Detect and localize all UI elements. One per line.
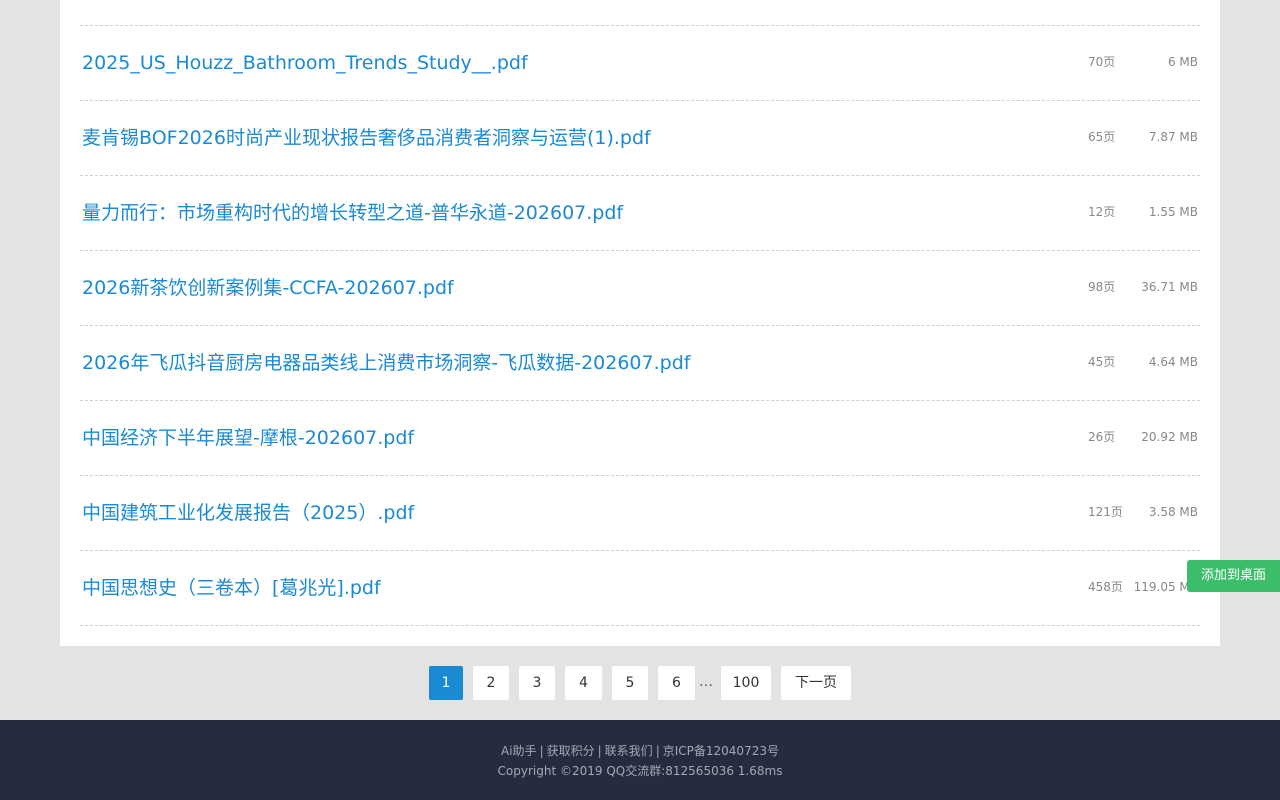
footer-link-contact-us[interactable]: 联系我们 xyxy=(605,744,653,758)
footer-link-ai-assistant[interactable]: Ai助手 xyxy=(501,744,537,758)
file-size: 36.71 MB xyxy=(1141,280,1198,294)
footer-separator: | xyxy=(597,744,602,758)
file-title-link[interactable]: 2026新茶饮创新案例集-CCFA-202607.pdf xyxy=(82,251,454,325)
page-button-4[interactable]: 4 xyxy=(565,666,602,700)
file-size: 7.87 MB xyxy=(1148,130,1198,144)
add-to-desktop-button[interactable]: 添加到桌面 xyxy=(1187,560,1280,592)
page-button-1[interactable]: 1 xyxy=(429,666,463,700)
file-title-link[interactable]: 中国经济下半年展望-摩根-202607.pdf xyxy=(82,401,414,475)
file-page-count: 458页 xyxy=(1088,580,1123,594)
file-size: 6 MB xyxy=(1167,55,1198,69)
file-title-link[interactable]: 麦肯锡BOF2026时尚产业现状报告奢侈品消费者洞察与运营(1).pdf xyxy=(82,101,651,175)
pagination-ellipsis: … xyxy=(699,674,713,690)
file-page-count: 45页 xyxy=(1088,355,1116,369)
file-row: 麦肯锡BOF2026时尚产业现状报告奢侈品消费者洞察与运营(1).pdf 65页… xyxy=(80,101,1200,176)
file-size: 3.58 MB xyxy=(1148,505,1198,519)
footer-link-get-points[interactable]: 获取积分 xyxy=(547,744,595,758)
footer-link-icp[interactable]: 京ICP备12040723号 xyxy=(663,744,779,758)
file-row: 中国建筑工业化发展报告（2025）.pdf 121页 3.58 MB xyxy=(80,476,1200,551)
file-page-count: 65页 xyxy=(1088,130,1116,144)
file-page-count: 26页 xyxy=(1088,430,1116,444)
file-list-panel: 2025_US_Houzz_Bathroom_Trends_Study__.pd… xyxy=(60,0,1220,646)
page-button-6[interactable]: 6 xyxy=(658,666,695,700)
file-title-link[interactable]: 2025_US_Houzz_Bathroom_Trends_Study__.pd… xyxy=(82,26,528,100)
page-button-last[interactable]: 100 xyxy=(721,666,771,700)
file-row: 中国经济下半年展望-摩根-202607.pdf 26页 20.92 MB xyxy=(80,401,1200,476)
file-page-count: 70页 xyxy=(1088,55,1116,69)
file-page-count: 121页 xyxy=(1088,505,1123,519)
footer-separator: | xyxy=(539,744,544,758)
file-title-link[interactable]: 2026年飞瓜抖音厨房电器品类线上消费市场洞察-飞瓜数据-202607.pdf xyxy=(82,326,690,400)
page-button-2[interactable]: 2 xyxy=(473,666,509,700)
file-page-count: 12页 xyxy=(1088,205,1116,219)
pagination: 1 2 3 4 5 6 … 100 下一页 xyxy=(0,666,1280,700)
file-row: 中国思想史（三卷本）[葛兆光].pdf 458页 119.05 MB xyxy=(80,551,1200,626)
file-page-count: 98页 xyxy=(1088,280,1116,294)
next-page-button[interactable]: 下一页 xyxy=(781,666,851,700)
file-row: 2025_US_Houzz_Bathroom_Trends_Study__.pd… xyxy=(80,26,1200,101)
file-row: 2026新茶饮创新案例集-CCFA-202607.pdf 98页 36.71 M… xyxy=(80,251,1200,326)
footer-copyright: Copyright ©2019 QQ交流群:812565036 1.68ms xyxy=(497,764,783,778)
page-button-3[interactable]: 3 xyxy=(519,666,555,700)
file-size: 20.92 MB xyxy=(1141,430,1198,444)
file-size: 4.64 MB xyxy=(1148,355,1198,369)
file-title-link[interactable]: 中国思想史（三卷本）[葛兆光].pdf xyxy=(82,551,381,625)
file-list: 2025_US_Houzz_Bathroom_Trends_Study__.pd… xyxy=(80,25,1200,626)
file-row: 2026年飞瓜抖音厨房电器品类线上消费市场洞察-飞瓜数据-202607.pdf … xyxy=(80,326,1200,401)
page: 2025_US_Houzz_Bathroom_Trends_Study__.pd… xyxy=(0,0,1280,800)
file-size: 1.55 MB xyxy=(1148,205,1198,219)
file-row: 量力而行：市场重构时代的增长转型之道-普华永道-202607.pdf 12页 1… xyxy=(80,176,1200,251)
page-button-5[interactable]: 5 xyxy=(612,666,648,700)
footer: Ai助手 | 获取积分 | 联系我们 | 京ICP备12040723号 Copyright … xyxy=(0,720,1280,800)
file-title-link[interactable]: 中国建筑工业化发展报告（2025）.pdf xyxy=(82,476,414,550)
footer-separator: | xyxy=(655,744,660,758)
file-title-link[interactable]: 量力而行：市场重构时代的增长转型之道-普华永道-202607.pdf xyxy=(82,176,623,250)
footer-links: Ai助手 | 获取积分 | 联系我们 | 京ICP备12040723号 xyxy=(0,742,1280,759)
